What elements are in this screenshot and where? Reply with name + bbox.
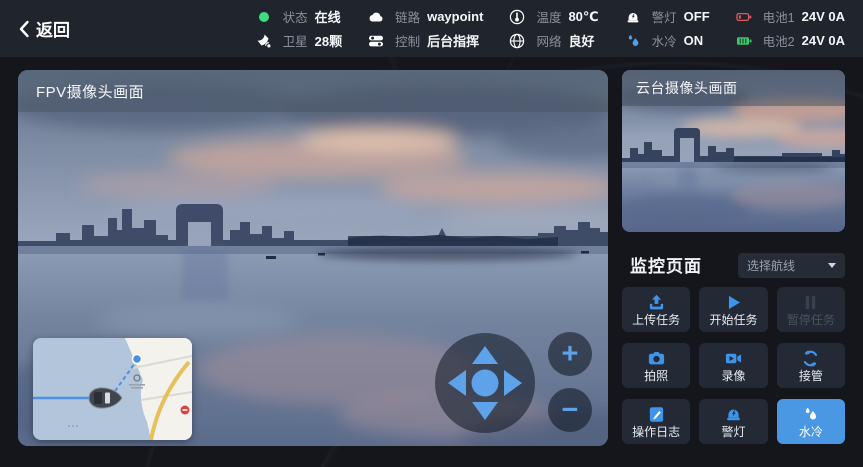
cloud-icon: [368, 9, 384, 25]
dpad-right-arrow[interactable]: [504, 370, 522, 396]
take-over-button[interactable]: 接管: [777, 343, 845, 388]
pause-icon: [801, 293, 820, 312]
start-task-button[interactable]: 开始任务: [699, 287, 767, 332]
battery-full-icon: [736, 33, 752, 49]
water-drop-icon: [625, 33, 641, 49]
link-value: waypoint: [427, 9, 483, 24]
gimbal-title: 云台摄像头画面: [636, 78, 738, 98]
status-dot-icon: [256, 9, 272, 25]
gimbal-camera-panel: 云台摄像头画面: [622, 70, 845, 232]
fpv-title-bar: FPV摄像头画面: [18, 70, 608, 112]
control-toggles-icon: [368, 33, 384, 49]
zoom-in-button[interactable]: +: [548, 332, 592, 376]
network-label: 网络: [536, 31, 561, 50]
dpad-down-arrow[interactable]: [472, 402, 498, 420]
upload-icon: [647, 293, 666, 312]
dpad-up-arrow[interactable]: [472, 346, 498, 364]
dpad-left-arrow[interactable]: [448, 370, 466, 396]
satellite-icon: [256, 33, 272, 49]
route-select-dropdown[interactable]: 选择航线: [738, 253, 845, 278]
siren-button-icon: [724, 405, 743, 424]
play-icon: [724, 293, 743, 312]
warning-light-button[interactable]: 警灯: [699, 399, 767, 444]
route-select-value: 选择航线: [747, 257, 795, 274]
chevron-down-icon: [828, 263, 836, 268]
water-cooling-button[interactable]: 水冷: [777, 399, 845, 444]
thermometer-icon: [509, 9, 525, 25]
zoom-out-button[interactable]: −: [548, 388, 592, 432]
task-button-grid: 上传任务 开始任务 暂停任务 拍照 录像: [622, 287, 845, 444]
telemetry-stats: 状态 在线 卫星 28颗 链路 waypoint: [256, 7, 845, 50]
camera-icon: [647, 349, 666, 368]
control-label: 控制: [395, 31, 420, 50]
fpv-title: FPV摄像头画面: [36, 81, 144, 102]
siren-icon: [625, 9, 641, 25]
satellite-value: 28颗: [315, 31, 342, 50]
temperature-label: 温度: [536, 7, 561, 26]
battery-low-icon: [736, 9, 752, 25]
log-icon: [647, 405, 666, 424]
satellite-label: 卫星: [283, 31, 308, 50]
link-label: 链路: [395, 7, 420, 26]
network-value: 良好: [568, 31, 598, 50]
video-icon: [724, 349, 743, 368]
operation-log-button[interactable]: 操作日志: [622, 399, 690, 444]
stat-group-temp: 温度 80℃ 网络 良好: [509, 7, 598, 50]
back-label: 返回: [36, 16, 70, 41]
stat-group-battery: 电池1 24V 0A 电池2 24V 0A: [736, 7, 845, 50]
stat-group-warn: 警灯 OFF 水冷 ON: [625, 7, 710, 50]
take-photo-button[interactable]: 拍照: [622, 343, 690, 388]
battery1-value: 24V 0A: [802, 9, 845, 24]
minimap[interactable]: [33, 338, 192, 440]
status-label: 状态: [283, 7, 308, 26]
control-value: 后台指挥: [427, 31, 483, 50]
stat-group-status: 状态 在线 卫星 28颗: [256, 7, 342, 50]
water-cooling-value: ON: [684, 33, 710, 48]
battery1-label: 电池1: [763, 7, 795, 26]
upload-task-button[interactable]: 上传任务: [622, 287, 690, 332]
dpad-center-button[interactable]: [472, 370, 499, 397]
gimbal-title-bar: 云台摄像头画面: [622, 70, 845, 106]
status-value: 在线: [315, 7, 342, 26]
top-status-bar: 返回 状态 在线 卫星 28颗 链路 wa: [0, 0, 863, 57]
warning-light-label: 警灯: [652, 7, 677, 26]
battery2-value: 24V 0A: [802, 33, 845, 48]
gimbal-dpad[interactable]: [435, 333, 535, 433]
globe-icon: [509, 33, 525, 49]
warning-light-value: OFF: [684, 9, 710, 24]
monitor-heading: 监控页面: [630, 252, 702, 277]
waypoint-marker: [133, 355, 142, 364]
battery2-label: 电池2: [763, 31, 795, 50]
back-button[interactable]: 返回: [18, 16, 70, 41]
pause-task-button[interactable]: 暂停任务: [777, 287, 845, 332]
fpv-camera-panel: FPV摄像头画面: [18, 70, 608, 446]
take-over-icon: [801, 349, 820, 368]
chevron-left-icon: [18, 20, 30, 38]
minimap-canvas: [33, 338, 192, 440]
record-video-button[interactable]: 录像: [699, 343, 767, 388]
stat-group-link: 链路 waypoint 控制 后台指挥: [368, 7, 483, 50]
water-cooling-icon: [801, 405, 820, 424]
water-cooling-label: 水冷: [652, 31, 677, 50]
temperature-value: 80℃: [568, 9, 598, 25]
